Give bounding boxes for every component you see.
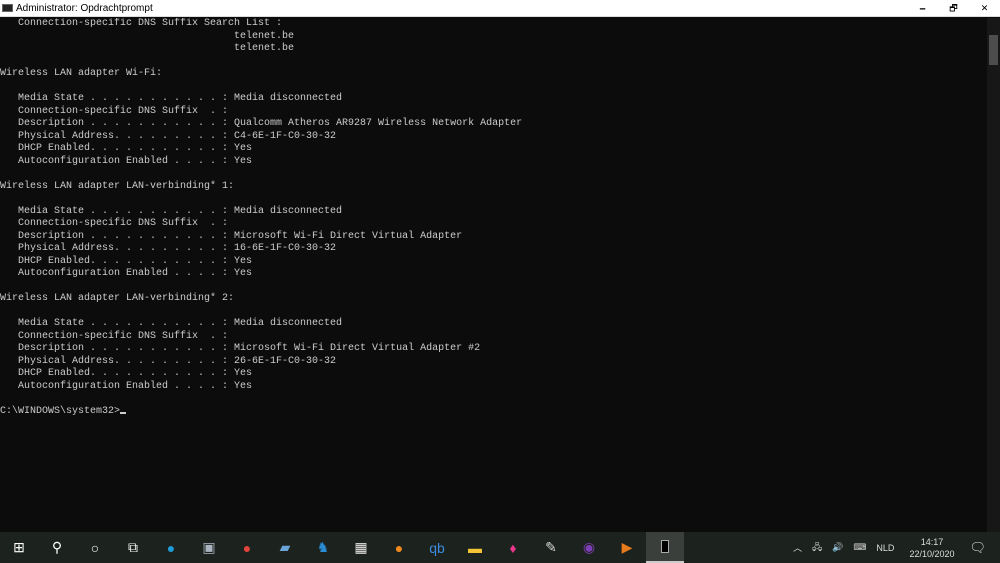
clock-date: 22/10/2020 <box>909 548 955 559</box>
console-line: Media State . . . . . . . . . . . : Medi… <box>0 205 343 217</box>
cortana-button[interactable]: ○ <box>76 532 114 563</box>
app-blue[interactable]: ♞ <box>304 532 342 563</box>
console-line: Description . . . . . . . . . . . : Qual… <box>0 118 523 129</box>
console-line: Physical Address. . . . . . . . . : 16-6… <box>0 243 337 254</box>
console-line: Description . . . . . . . . . . . : Micr… <box>0 230 463 242</box>
console-line: Wireless LAN adapter LAN-verbinding* 2: <box>0 293 235 304</box>
vpn-icon: ● <box>394 539 404 556</box>
keyboard-icon[interactable]: ⌨ <box>853 542 866 553</box>
media-player-icon: ▶ <box>621 539 633 555</box>
console-line: DHCP Enabled. . . . . . . . . . . : Yes <box>0 143 253 154</box>
console-line: telenet.be <box>0 43 295 54</box>
command-prompt[interactable]: C:\WINDOWS\system32> <box>0 406 987 419</box>
console-line: telenet.be <box>0 30 295 42</box>
network-icon[interactable]: 🖧 <box>812 540 822 556</box>
chrome-icon: ● <box>242 539 252 556</box>
system-tray: ︿ 🖧 🔊 ⌨ NLD 14:17 22/10/2020 🗨 <box>788 532 1000 563</box>
title-bar: Administrator: Opdrachtprompt 🗕 🗗 ✕ <box>0 0 1000 17</box>
console-line: Physical Address. . . . . . . . . : 26-6… <box>0 355 337 367</box>
media-player-app[interactable]: ▶ <box>608 532 646 563</box>
console-line: Connection-specific DNS Suffix . : <box>0 330 229 342</box>
file-explorer-icon: ▬ <box>468 539 482 556</box>
search-button[interactable]: ⚲ <box>38 532 76 563</box>
maximize-button[interactable]: 🗗 <box>938 0 969 17</box>
computer-app[interactable]: ▣ <box>190 532 228 563</box>
cmd-icon: ■ <box>660 540 670 553</box>
prompt-text: C:\WINDOWS\system32> <box>0 405 121 417</box>
console-line: Media State . . . . . . . . . . . : Medi… <box>0 93 343 104</box>
vpn-app[interactable]: ● <box>380 532 418 563</box>
console-line: Autoconfiguration Enabled . . . . : Yes <box>0 268 253 279</box>
console-line: Autoconfiguration Enabled . . . . : Yes <box>0 155 253 167</box>
console-line: Description . . . . . . . . . . . : Micr… <box>0 343 481 354</box>
console-line: DHCP Enabled. . . . . . . . . . . : Yes <box>0 368 253 379</box>
notifications-icon[interactable]: 🗨 <box>969 540 986 556</box>
scrollbar-thumb[interactable] <box>989 35 998 65</box>
volume-icon[interactable]: 🔊 <box>832 542 843 553</box>
remote-app[interactable]: ▰ <box>266 532 304 563</box>
console-output[interactable]: Connection-specific DNS Suffix Search Li… <box>0 18 987 532</box>
tor-icon: ◉ <box>582 539 596 555</box>
store-icon: ▦ <box>354 539 368 555</box>
minimize-button[interactable]: 🗕 <box>907 0 938 17</box>
clock[interactable]: 14:17 22/10/2020 <box>909 536 954 560</box>
console-line: Wireless LAN adapter Wi-Fi: <box>0 68 163 79</box>
chrome-app[interactable]: ● <box>228 532 266 563</box>
app-blue-icon: ♞ <box>316 539 330 555</box>
computer-icon: ▣ <box>202 539 216 555</box>
edge-app[interactable]: ● <box>152 532 190 563</box>
cortana-icon: ○ <box>90 539 100 556</box>
text-cursor <box>120 411 127 414</box>
language-indicator[interactable]: NLD <box>876 543 894 553</box>
paint-app[interactable]: ✎ <box>532 532 570 563</box>
cmd-icon <box>2 4 13 12</box>
qbittorrent-icon: qb <box>429 539 445 556</box>
flame-icon: ♦ <box>509 539 517 556</box>
qbittorrent-app[interactable]: qb <box>418 532 456 563</box>
console-line: Connection-specific DNS Suffix Search Li… <box>0 18 283 29</box>
search-icon: ⚲ <box>51 539 63 555</box>
taskbar: ⊞ ⚲ ○ ⧉ ● ▣ ● ▰ ♞ ▦ ● qb ▬ ♦ ✎ ◉ ▶ ■ ︿ 🖧 🔊 ⌨ NLD 14:17 22… <box>0 532 1000 563</box>
console-line: Wireless LAN adapter LAN-verbinding* 1: <box>0 180 235 192</box>
console-line: Autoconfiguration Enabled . . . . : Yes <box>0 380 253 392</box>
store-app[interactable]: ▦ <box>342 532 380 563</box>
remote-icon: ▰ <box>279 539 291 555</box>
cmd-app[interactable]: ■ <box>646 532 684 563</box>
flame-app[interactable]: ♦ <box>494 532 532 563</box>
close-button[interactable]: ✕ <box>969 0 1000 17</box>
start-icon: ⊞ <box>13 539 25 555</box>
console-line: Connection-specific DNS Suffix . : <box>0 218 229 229</box>
edge-icon: ● <box>166 539 176 556</box>
chevron-up-icon[interactable]: ︿ <box>793 541 802 554</box>
tor-app[interactable]: ◉ <box>570 532 608 563</box>
file-explorer-app[interactable]: ▬ <box>456 532 494 563</box>
start-button[interactable]: ⊞ <box>0 532 38 563</box>
console-line: Physical Address. . . . . . . . . : C4-6… <box>0 130 337 142</box>
task-view-icon: ⧉ <box>128 539 138 555</box>
task-view-button[interactable]: ⧉ <box>114 532 152 563</box>
paint-icon: ✎ <box>545 539 557 555</box>
console-line: DHCP Enabled. . . . . . . . . . . : Yes <box>0 255 253 267</box>
clock-time: 14:17 <box>920 536 944 547</box>
console-line: Connection-specific DNS Suffix . : <box>0 105 229 117</box>
window-title: Administrator: Opdrachtprompt <box>16 2 153 14</box>
scrollbar[interactable] <box>987 18 1000 532</box>
console-line: Media State . . . . . . . . . . . : Medi… <box>0 318 343 329</box>
